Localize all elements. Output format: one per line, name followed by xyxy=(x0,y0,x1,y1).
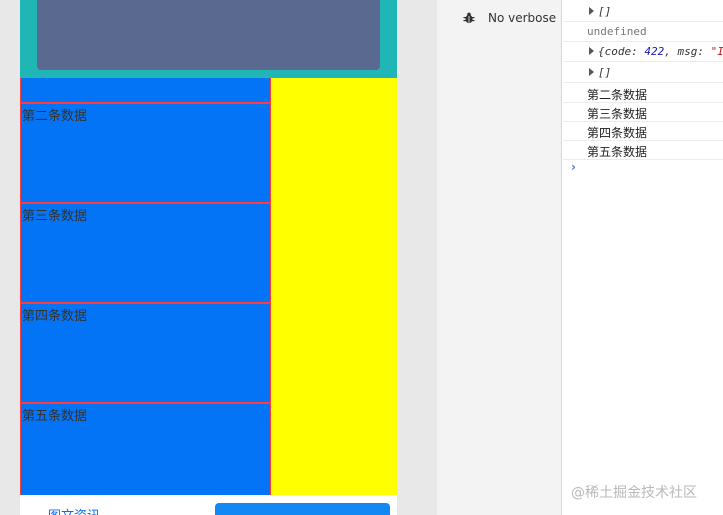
divider-area xyxy=(397,0,437,515)
data-list: 第二条数据 第三条数据 第四条数据 第五条数据 xyxy=(20,78,271,495)
object-string: "I xyxy=(710,45,723,58)
object-key: {code: xyxy=(598,45,645,58)
phone-preview: 第二条数据 第三条数据 第四条数据 第五条数据 图文资讯 xyxy=(20,0,397,515)
console-log: 第五条数据 xyxy=(563,140,723,160)
console-entry[interactable]: [] xyxy=(563,63,723,83)
console-log: 第三条数据 xyxy=(563,102,723,122)
screen: 第二条数据 第三条数据 第四条数据 第五条数据 图文资讯 xyxy=(0,0,723,515)
expand-triangle-icon[interactable] xyxy=(589,68,594,76)
console-log-text: 第三条数据 xyxy=(587,107,648,121)
left-gutter xyxy=(0,0,20,515)
console-entry[interactable]: {code: 422, msg: "I xyxy=(563,42,723,62)
verbose-filter[interactable]: No verbose xyxy=(463,10,556,26)
console-value: undefined xyxy=(587,25,647,38)
list-item-label: 第四条数据 xyxy=(22,309,88,324)
bug-icon xyxy=(463,12,475,24)
banner xyxy=(20,0,397,78)
console-log-text: 第五条数据 xyxy=(587,145,648,159)
console-object: {code: 422, msg: "I xyxy=(598,45,723,58)
side-panel xyxy=(271,78,397,495)
console-log: 第二条数据 xyxy=(563,83,723,103)
verbose-label: No verbose xyxy=(488,11,557,25)
list-item-label: 第三条数据 xyxy=(22,209,88,224)
bottom-bar: 图文资讯 xyxy=(20,495,397,515)
watermark: @稀土掘金技术社区 xyxy=(571,485,697,501)
console-log: 第四条数据 xyxy=(563,121,723,141)
console-log-text: 第二条数据 xyxy=(587,88,648,102)
console-value: [] xyxy=(598,5,612,18)
console-entry: undefined xyxy=(563,22,723,42)
console-sidebar: No verbose xyxy=(437,0,562,515)
console-value: [] xyxy=(598,66,612,79)
object-number: 422 xyxy=(644,45,665,58)
expand-triangle-icon[interactable] xyxy=(589,7,594,15)
object-key: , msg: xyxy=(664,45,711,58)
list-item[interactable]: 第五条数据 xyxy=(21,402,270,495)
list-item[interactable]: 第三条数据 xyxy=(21,202,270,302)
banner-card[interactable] xyxy=(37,0,380,70)
list-item-label: 第五条数据 xyxy=(22,409,88,424)
console-log-text: 第四条数据 xyxy=(587,126,648,140)
news-link[interactable]: 图文资讯 xyxy=(48,505,100,515)
bottom-action-button[interactable] xyxy=(215,503,390,515)
console-prompt-icon[interactable]: › xyxy=(571,160,576,174)
expand-triangle-icon[interactable] xyxy=(589,47,594,55)
list-item[interactable]: 第四条数据 xyxy=(21,302,270,402)
console-entry[interactable]: [] xyxy=(563,2,723,22)
console-panel: [] undefined {code: 422, msg: "I [] 第二条数… xyxy=(563,0,723,515)
list-item-label: 第二条数据 xyxy=(22,109,88,124)
list-item[interactable]: 第二条数据 xyxy=(21,102,270,202)
